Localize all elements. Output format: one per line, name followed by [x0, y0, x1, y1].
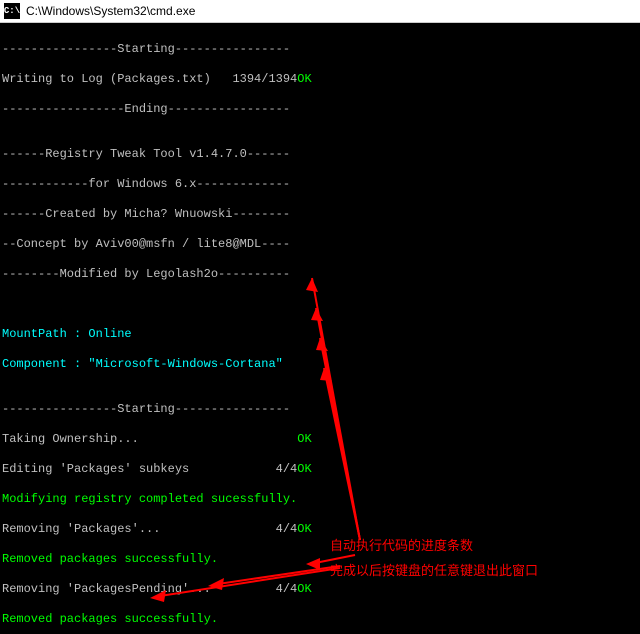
- line: ----------------Starting----------------: [2, 42, 638, 57]
- console-output[interactable]: ----------------Starting----------------…: [0, 23, 640, 634]
- line: -----------------Ending-----------------: [2, 102, 638, 117]
- line: --Concept by Aviv00@msfn / lite8@MDL----: [2, 237, 638, 252]
- window-title: C:\Windows\System32\cmd.exe: [26, 4, 195, 18]
- line: Editing 'Packages' subkeys 4/4OK: [2, 462, 638, 477]
- annotation-exit: 完成以后按键盘的任意键退出此窗口: [330, 560, 538, 579]
- cmd-window: C:\ C:\Windows\System32\cmd.exe --------…: [0, 0, 640, 634]
- line: --------Modified by Legolash2o----------: [2, 267, 638, 282]
- line: Modifying registry completed sucessfully…: [2, 492, 638, 507]
- line: Removed packages successfully.: [2, 552, 638, 567]
- annotation-progress: 自动执行代码的进度条数: [330, 535, 473, 554]
- line: MountPath : Online: [2, 327, 638, 342]
- line: Component : "Microsoft-Windows-Cortana": [2, 357, 638, 372]
- line: Writing to Log (Packages.txt) 1394/1394O…: [2, 72, 638, 87]
- line: Removing 'Packages'... 4/4OK: [2, 522, 638, 537]
- line: ------Created by Micha? Wnuowski--------: [2, 207, 638, 222]
- line: ------------for Windows 6.x-------------: [2, 177, 638, 192]
- line: ------Registry Tweak Tool v1.4.7.0------: [2, 147, 638, 162]
- cmd-icon: C:\: [4, 3, 20, 19]
- line: ----------------Starting----------------: [2, 402, 638, 417]
- line: Removing 'PackagesPending'... 4/4OK: [2, 582, 638, 597]
- line: Removed packages successfully.: [2, 612, 638, 627]
- line: Taking Ownership... OK: [2, 432, 638, 447]
- titlebar[interactable]: C:\ C:\Windows\System32\cmd.exe: [0, 0, 640, 23]
